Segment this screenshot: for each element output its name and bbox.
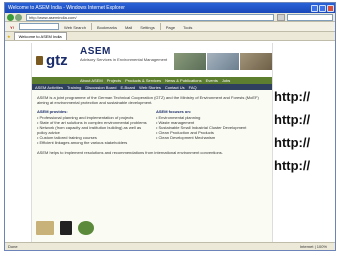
asem-header: ASEM Advisory Services in Environmental … — [76, 46, 174, 74]
list-item[interactable]: Clean Development Mechanism — [156, 135, 267, 140]
submenu-item-activities[interactable]: ASEM Activities — [35, 85, 63, 90]
list-item: Network (from capacity and institution b… — [37, 125, 148, 135]
toolbar-divider — [90, 23, 92, 30]
go-icon[interactable] — [277, 13, 285, 21]
tab-current[interactable]: Welcome to ASEM India — [13, 32, 67, 40]
gtz-logo-text: gtz — [46, 51, 68, 69]
toolbar-item-web-search[interactable]: Web Search — [61, 23, 89, 30]
content-columns: ASEM provides: Professional planning and… — [32, 107, 272, 147]
slide-link[interactable]: http:// — [274, 131, 310, 154]
search-input[interactable] — [287, 13, 333, 21]
submenu-item-eboard[interactable]: E-Board — [120, 85, 135, 90]
menu-item-projects[interactable]: Projects — [107, 78, 121, 83]
submenu-item-discussion[interactable]: Discussion Board — [85, 85, 116, 90]
back-icon[interactable] — [7, 13, 14, 21]
toolbar-item-bookmarks[interactable]: Bookmarks — [94, 23, 120, 30]
menu-item-events[interactable]: Events — [206, 78, 218, 83]
minimize-button[interactable] — [311, 4, 318, 12]
asem-subtitle: Advisory Services in Environmental Manag… — [80, 57, 168, 62]
forward-icon[interactable] — [15, 13, 22, 21]
menu-item-news[interactable]: News & Publications — [165, 78, 201, 83]
toolbar-divider — [159, 23, 161, 30]
menu-item-about[interactable]: About ASEM — [80, 78, 103, 83]
main-menu: About ASEM Projects Products & Services … — [32, 77, 272, 84]
header-photos — [174, 52, 272, 70]
provides-list: Professional planning and implementation… — [37, 115, 148, 145]
emblem-icon — [36, 55, 43, 65]
header-photo — [174, 52, 206, 70]
partner-logo[interactable] — [36, 221, 54, 235]
slide-link[interactable]: http:// — [274, 85, 310, 108]
german-ministry-logo[interactable] — [60, 221, 72, 235]
submenu-item-contact[interactable]: Contact Us — [165, 85, 185, 90]
toolbar-item-settings[interactable]: Settings — [137, 23, 157, 30]
toolbar: Y! Web Search Bookmarks Mail Settings Pa… — [5, 22, 335, 32]
status-text: Done — [8, 244, 18, 249]
asem-logo[interactable]: ASEM — [80, 46, 174, 57]
menu-item-jobs[interactable]: Jobs — [222, 78, 230, 83]
address-input[interactable]: http://www.asemindia.com/ — [26, 13, 274, 21]
toolbar-item-tools[interactable]: Tools — [180, 23, 195, 30]
favorites-star-icon[interactable]: ★ — [7, 34, 11, 39]
toolbar-logo-icon[interactable]: Y! — [7, 23, 17, 30]
site-header: gtz ASEM Advisory Services in Environmen… — [32, 43, 272, 77]
header-photo — [207, 52, 239, 70]
list-item: Efficient linkages among the various sta… — [37, 140, 148, 145]
slide-link-list: http:// http:// http:// http:// — [274, 85, 310, 177]
submenu-item-stories[interactable]: Web Stories — [139, 85, 161, 90]
maximize-button[interactable] — [319, 4, 326, 12]
focuses-list: Environmental planning Waste management … — [156, 115, 267, 140]
tree-logo[interactable] — [78, 221, 94, 235]
window-title: Welcome to ASEM India - Windows Internet… — [8, 5, 125, 11]
title-bar: Welcome to ASEM India - Windows Internet… — [5, 3, 335, 13]
conventions-note: ASEM helps to implement resolutions and … — [37, 150, 223, 155]
header-photo — [240, 52, 272, 70]
status-bar: Done Internet | 100% — [5, 242, 335, 250]
menu-item-products[interactable]: Products & Services — [125, 78, 161, 83]
toolbar-item-page[interactable]: Page — [163, 23, 178, 30]
focuses-column: ASEM focuses on: Environmental planning … — [156, 109, 267, 145]
submenu-item-faq[interactable]: FAQ — [189, 85, 197, 90]
provides-column: ASEM provides: Professional planning and… — [37, 109, 148, 145]
footer-logos — [36, 217, 270, 239]
address-bar: http://www.asemindia.com/ — [5, 13, 335, 22]
slide-link[interactable]: http:// — [274, 154, 310, 177]
web-page: gtz ASEM Advisory Services in Environmen… — [31, 43, 273, 244]
tab-bar: ★ Welcome to ASEM India — [5, 32, 335, 41]
provides-heading: ASEM provides: — [37, 109, 68, 114]
submenu-item-training[interactable]: Training — [67, 85, 81, 90]
toolbar-item-mail[interactable]: Mail — [122, 23, 135, 30]
focuses-heading: ASEM focuses on: — [156, 109, 192, 114]
close-button[interactable] — [327, 4, 334, 12]
gtz-logo[interactable]: gtz — [32, 52, 76, 69]
slide: Welcome to ASEM India - Windows Internet… — [0, 0, 338, 255]
slide-link[interactable]: http:// — [274, 108, 310, 131]
toolbar-search-input[interactable] — [19, 23, 59, 30]
zone-indicator: Internet | 100% — [299, 244, 327, 249]
intro-paragraph: ASEM is a joint programme of the German … — [37, 95, 259, 105]
